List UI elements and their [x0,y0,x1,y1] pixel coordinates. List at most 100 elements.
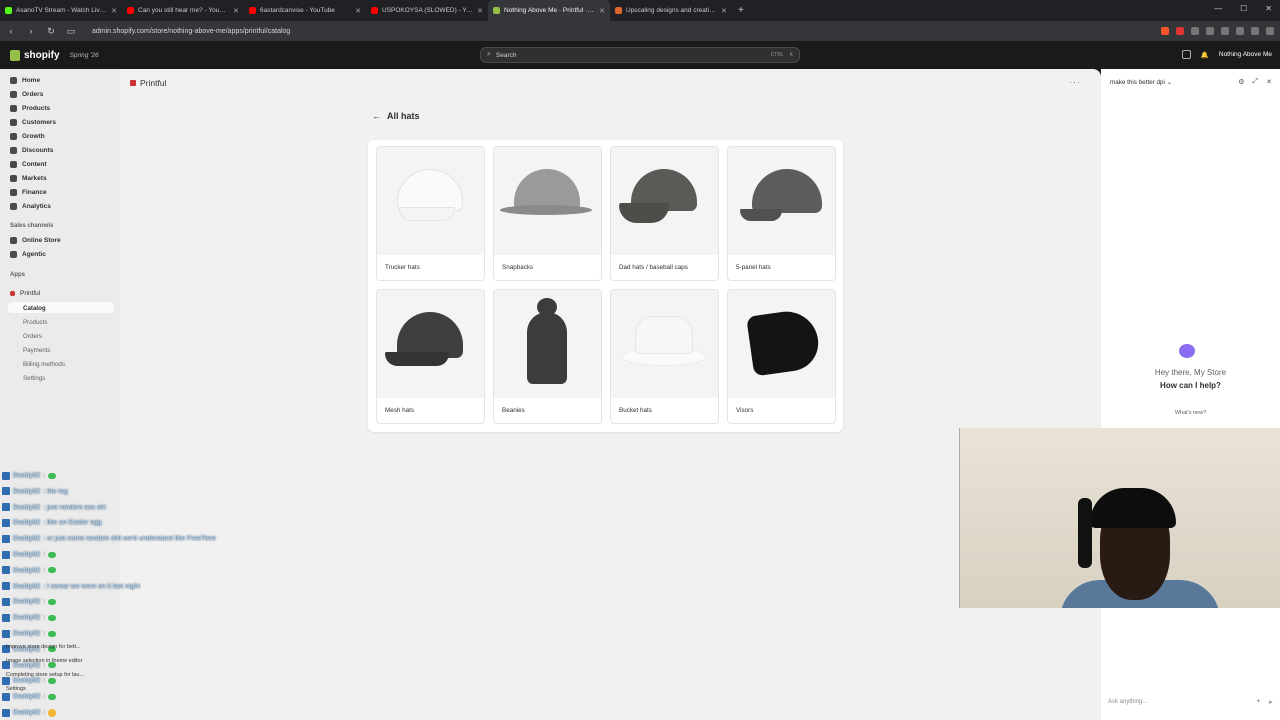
ask-input[interactable]: Ask anything... + ➤ [1108,695,1273,709]
vpn-icon[interactable] [1251,27,1259,35]
menu-icon[interactable] [1266,27,1274,35]
shopify-logo[interactable]: shopify Spring '26 [10,49,99,61]
browser-tab[interactable]: Can you still hear me? - YouTube ✕ [122,0,244,21]
category-tile-snapbacks[interactable]: Snapbacks [493,146,602,281]
sidebar-sub-catalog[interactable]: Catalog [23,305,46,312]
sidekick-task-item[interactable]: Settings [6,686,26,692]
sidebar-toggle-icon[interactable] [1221,27,1229,35]
sidebar-item-orders[interactable]: Orders [10,91,43,98]
sidekick-icon[interactable] [1181,50,1191,59]
forward-icon[interactable]: › [26,26,36,36]
category-tile-visors[interactable]: Visors [727,289,836,424]
conversation-title[interactable]: make this better dpi ⌄ [1110,79,1172,86]
sidebar-item-customers[interactable]: Customers [10,119,56,126]
browser-tab[interactable]: Upscaling designs and creating Y2K ✕ [610,0,732,21]
browser-tab[interactable]: Nothing Above Me · Printful · Sh ✕ [488,0,610,21]
chat-message: Daddy82: like an Easter egg [2,517,101,528]
sidebar-item-printful[interactable]: Printful [10,290,40,297]
apps-heading[interactable]: Apps [10,272,25,278]
brave-shield-icon[interactable] [1161,27,1169,35]
maximize-icon[interactable]: ☐ [1240,4,1247,13]
store-switcher[interactable]: Nothing Above Me [1219,51,1272,58]
sidekick-panel: make this better dpi ⌄ ⚙ ⤢ ✕ Hey there, … [1101,69,1280,720]
sidebar-sub-payments[interactable]: Payments [23,347,51,354]
tab-close-icon[interactable]: ✕ [355,7,361,15]
tab-close-icon[interactable]: ✕ [111,7,117,15]
browser-tab[interactable]: USPOKOYSA (SLOWED) - YouTube✕ [366,0,488,21]
expand-icon[interactable]: ⤢ [1253,78,1259,86]
sidebar-sub-settings[interactable]: Settings [23,375,45,382]
tab-close-icon[interactable]: ✕ [233,7,239,15]
url-field[interactable]: admin.shopify.com/store/nothing-above-me… [92,28,290,35]
sidebar-item-products[interactable]: Products [10,105,50,112]
settings-sliders-icon[interactable]: ⚙ [1238,78,1244,86]
wallet-icon[interactable] [1236,27,1244,35]
sidebar-item-markets[interactable]: Markets [10,175,47,182]
chat-message: Daddy82: [2,612,57,623]
back-icon[interactable]: ‹ [6,26,16,36]
sidebar-item-growth[interactable]: Growth [10,133,45,140]
headset-icon [1078,498,1092,568]
sidebar-item-label: Products [22,105,51,112]
category-tile-beanies[interactable]: Beanies [493,289,602,424]
category-tile-trucker-hats[interactable]: Trucker hats [376,146,485,281]
chat-platform-icon [2,487,10,496]
close-window-icon[interactable]: ✕ [1265,4,1272,13]
download-icon[interactable] [1191,27,1199,35]
chat-username: Daddy82 [13,472,41,479]
browser-tab[interactable]: AsanoTV Stream - Watch Live on Kick ✕ [0,0,122,21]
bookmark-icon[interactable]: ▭ [66,26,76,37]
sidebar-sub-orders[interactable]: Orders [23,333,42,340]
customers-icon [10,119,17,126]
category-tile-mesh-hats[interactable]: Mesh hats [376,289,485,424]
rewards-icon[interactable] [1176,27,1184,35]
chat-platform-icon [2,676,10,685]
sidebar-item-discounts[interactable]: Discounts [10,147,53,154]
address-bar: ‹ › ↻ ▭ admin.shopify.com/store/nothing-… [0,21,1280,41]
chat-message: Daddy82: I swear we were on it last nigh… [2,581,140,592]
whats-new-link[interactable]: What's new? [1101,410,1280,416]
bell-icon[interactable]: 🔔 [1201,51,1209,59]
sidekick-task-item[interactable]: Image selection in theme editor [6,658,82,664]
chat-text: : the tag [43,487,68,495]
printful-logo-icon [130,80,136,86]
chat-message: Daddy82: just random ass shi [2,502,106,513]
sidebar-item-home[interactable]: Home [10,77,40,84]
more-actions-icon[interactable]: ··· [1069,77,1081,87]
tab-close-icon[interactable]: ✕ [721,7,727,15]
new-tab-icon[interactable]: + [732,5,750,16]
sidebar-sub-products[interactable]: Products [23,319,47,326]
category-tile-bucket-hats[interactable]: Bucket hats [610,289,719,424]
sidebar-item-label: Printful [20,290,41,297]
plus-icon[interactable]: + [1256,699,1260,705]
tab-close-icon[interactable]: ✕ [599,7,605,15]
chat-text: : [43,566,46,574]
conversation-title-text: make this better dpi [1110,79,1165,86]
sales-channels-heading[interactable]: Sales channels [10,223,53,229]
sidebar-item-online-store[interactable]: Online Store [10,237,61,244]
sidebar-sub-billing[interactable]: Billing methods [23,361,65,368]
close-icon[interactable]: ✕ [1266,78,1272,86]
reload-icon[interactable]: ↻ [46,26,56,37]
send-icon[interactable]: ➤ [1268,699,1273,706]
bucket-hat-image [611,290,718,398]
media-icon[interactable] [1206,27,1214,35]
category-tile-dad-hats[interactable]: Dad hats / baseball caps [610,146,719,281]
sidekick-task-item[interactable]: Improve store design for bett... [6,644,81,650]
admin-main: Sales channels Online Store Agentic Apps… [0,69,1101,720]
tab-close-icon[interactable]: ✕ [477,7,483,15]
chat-message: Daddy82: or just some random shit we'd u… [2,533,216,544]
chat-platform-icon [2,708,10,717]
search-input[interactable]: ⌕ Search CTRL K [480,47,800,63]
chat-text: : I swear we were on it last night [43,582,140,590]
minimize-icon[interactable]: — [1214,4,1222,13]
sidebar-item-finance[interactable]: Finance [10,189,47,196]
sidebar-item-content[interactable]: Content [10,161,47,168]
sidebar-item-agentic[interactable]: Agentic [10,251,46,258]
category-tile-5-panel-hats[interactable]: 5-panel hats [727,146,836,281]
sidebar-item-label: Customers [22,119,56,126]
back-arrow-icon[interactable]: ← [372,111,381,121]
browser-tab[interactable]: 6astardcanvise - YouTube ✕ [244,0,366,21]
sidebar-item-analytics[interactable]: Analytics [10,203,51,210]
sidekick-task-item[interactable]: Completing store setup for lau... [6,672,84,678]
